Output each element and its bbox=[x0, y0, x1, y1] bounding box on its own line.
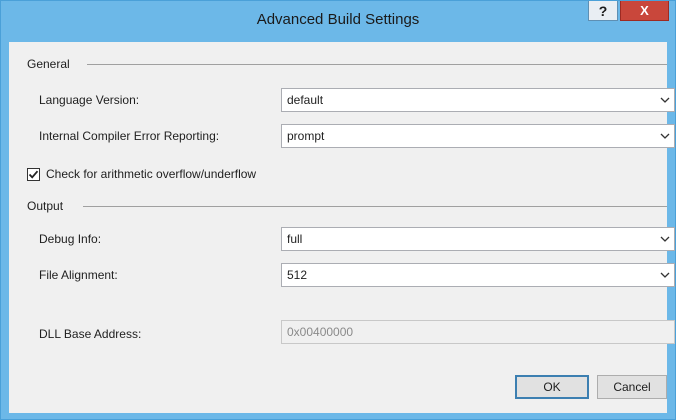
dialog-content: General Language Version: default Intern… bbox=[9, 42, 675, 413]
language-version-select[interactable]: default bbox=[281, 88, 675, 112]
check-overflow-row[interactable]: Check for arithmetic overflow/underflow bbox=[27, 166, 256, 182]
check-overflow-checkbox[interactable] bbox=[27, 167, 40, 181]
ok-button[interactable]: OK bbox=[515, 375, 589, 399]
language-version-label: Language Version: bbox=[39, 93, 140, 107]
chevron-down-icon bbox=[656, 125, 674, 147]
cancel-button[interactable]: Cancel bbox=[597, 375, 667, 399]
compiler-error-reporting-value: prompt bbox=[287, 129, 325, 143]
dialog-title: Advanced Build Settings bbox=[256, 11, 420, 28]
file-alignment-value: 512 bbox=[287, 268, 308, 282]
file-alignment-label: File Alignment: bbox=[39, 268, 118, 282]
output-group-divider bbox=[83, 206, 667, 207]
check-overflow-label[interactable]: Check for arithmetic overflow/underflow bbox=[46, 167, 256, 181]
chevron-down-icon bbox=[656, 264, 674, 286]
general-group-header: General bbox=[27, 56, 78, 72]
compiler-error-reporting-label: Internal Compiler Error Reporting: bbox=[39, 129, 220, 143]
language-version-value: default bbox=[287, 93, 324, 107]
chevron-down-icon bbox=[656, 228, 674, 250]
file-alignment-select[interactable]: 512 bbox=[281, 263, 675, 287]
general-group-divider bbox=[87, 64, 667, 65]
help-button[interactable]: ? bbox=[588, 1, 618, 21]
title-bar[interactable]: Advanced Build Settings ? X bbox=[1, 1, 675, 41]
checkmark-icon bbox=[28, 170, 39, 179]
output-group-header: Output bbox=[27, 198, 71, 214]
debug-info-label: Debug Info: bbox=[39, 232, 102, 246]
general-group-label: General bbox=[27, 57, 70, 71]
dialog-window: Advanced Build Settings ? X General Lang… bbox=[0, 0, 676, 420]
debug-info-select[interactable]: full bbox=[281, 227, 675, 251]
dll-base-address-label: DLL Base Address: bbox=[39, 327, 142, 341]
debug-info-value: full bbox=[287, 232, 303, 246]
output-group-label: Output bbox=[27, 199, 64, 213]
close-button[interactable]: X bbox=[620, 1, 669, 21]
chevron-down-icon bbox=[656, 89, 674, 111]
dll-base-address-input: 0x00400000 bbox=[281, 320, 675, 344]
compiler-error-reporting-select[interactable]: prompt bbox=[281, 124, 675, 148]
